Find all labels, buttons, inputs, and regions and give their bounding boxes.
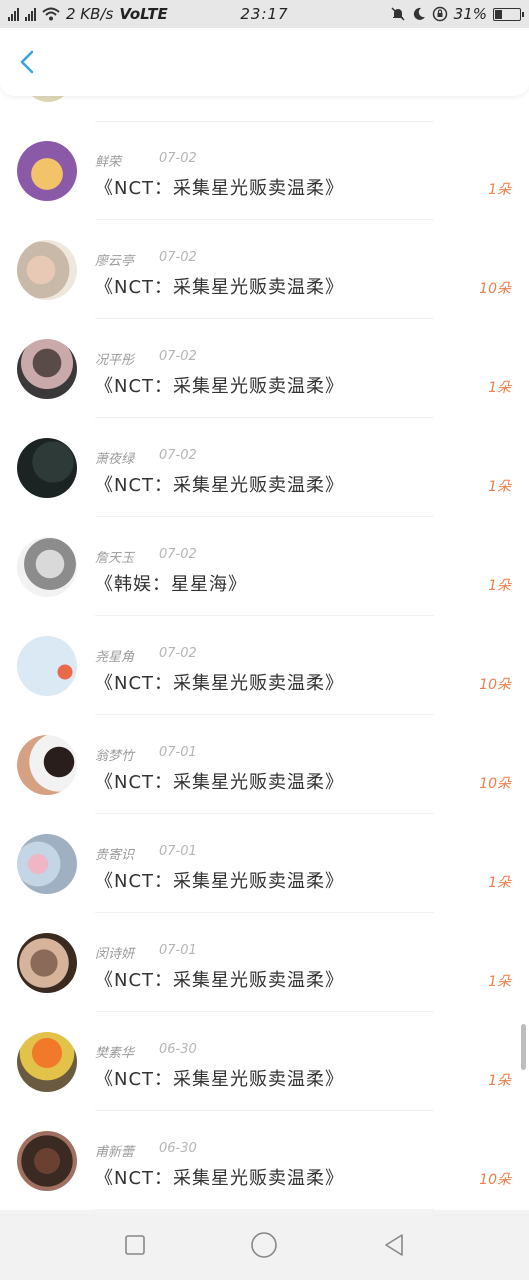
book-title: 《NCT：采集星光贩卖温柔》 [95,376,345,397]
send-date: 07-01 [159,943,197,958]
avatar[interactable] [17,636,77,696]
avatar[interactable] [17,933,77,993]
send-date: 07-02 [159,151,197,166]
clock: 23:17 [240,5,289,23]
list-item[interactable]: 甫新蕾 06-30 《NCT：采集星光贩卖温柔》 10朵 [0,1111,529,1210]
status-bar: 2 KB/s VoLTE 23:17 31% [0,0,529,28]
header-bar [0,28,529,96]
send-date: 06-30 [159,1141,197,1156]
list-item[interactable]: 萧夜绿 07-02 《NCT：采集星光贩卖温柔》 1朵 [0,418,529,517]
book-title: 《NCT：采集星光贩卖温柔》 [95,1168,345,1189]
sender-name: 鲜荣 [95,155,122,170]
sender-name: 尧星角 [95,650,135,665]
sender-name: 詹天玉 [95,551,135,566]
list-item[interactable]: 廖云亭 07-02 《NCT：采集星光贩卖温柔》 10朵 [0,220,529,319]
back-triangle-icon[interactable] [374,1225,414,1265]
list-item[interactable]: 鲜荣 07-02 《NCT：采集星光贩卖温柔》 1朵 [0,121,529,220]
flower-count: 10朵 [479,281,511,297]
book-title: 《韩娱：星星海》 [95,574,247,595]
list-item[interactable]: 樊素华 06-30 《NCT：采集星光贩卖温柔》 1朵 [0,1012,529,1111]
send-date: 07-01 [159,745,197,760]
list-item[interactable]: 詹天玉 07-02 《韩娱：星星海》 1朵 [0,517,529,616]
list-item[interactable]: 况平彤 07-02 《NCT：采集星光贩卖温柔》 1朵 [0,319,529,418]
flower-count: 1朵 [488,875,511,891]
avatar[interactable] [17,834,77,894]
flower-count: 1朵 [488,380,511,396]
gift-record-list: 鲜荣 07-02 《NCT：采集星光贩卖温柔》 1朵 廖云亭 07-02 《NCT：采集星光… [0,96,529,1210]
flower-count: 10朵 [479,776,511,792]
avatar[interactable] [17,141,77,201]
avatar[interactable] [17,438,77,498]
list-item[interactable]: 贵寄识 07-01 《NCT：采集星光贩卖温柔》 1朵 [0,814,529,913]
send-date: 07-02 [159,646,197,661]
book-title: 《NCT：采集星光贩卖温柔》 [95,475,345,496]
system-nav-bar [0,1210,529,1280]
sender-name: 贵寄识 [95,848,135,863]
sender-name: 况平彤 [95,353,135,368]
book-title: 《NCT：采集星光贩卖温柔》 [95,178,345,199]
list-item[interactable]: 闵诗妍 07-01 《NCT：采集星光贩卖温柔》 1朵 [0,913,529,1012]
book-title: 《NCT：采集星光贩卖温柔》 [95,772,345,793]
avatar[interactable] [17,240,77,300]
book-title: 《NCT：采集星光贩卖温柔》 [95,277,345,298]
send-date: 07-02 [159,250,197,265]
list-item[interactable]: 翁梦竹 07-01 《NCT：采集星光贩卖温柔》 10朵 [0,715,529,814]
flower-count: 1朵 [488,1073,511,1089]
book-title: 《NCT：采集星光贩卖温柔》 [95,673,345,694]
book-title: 《NCT：采集星光贩卖温柔》 [95,1069,345,1090]
back-chevron-icon[interactable] [14,48,42,76]
flower-count: 10朵 [479,1172,511,1188]
sender-name: 翁梦竹 [95,749,135,764]
flower-count: 1朵 [488,479,511,495]
avatar[interactable] [17,735,77,795]
recents-square-icon[interactable] [115,1225,155,1265]
list-item[interactable]: 尧星角 07-02 《NCT：采集星光贩卖温柔》 10朵 [0,616,529,715]
avatar [22,96,74,102]
flower-count: 1朵 [488,182,511,198]
sender-name: 萧夜绿 [95,452,135,467]
battery-icon [493,7,524,21]
send-date: 07-02 [159,448,197,463]
flower-count: 1朵 [488,974,511,990]
sender-name: 甫新蕾 [95,1145,135,1160]
send-date: 07-02 [159,349,197,364]
sender-name: 樊素华 [95,1046,135,1061]
avatar[interactable] [17,1032,77,1092]
flower-count: 1朵 [488,578,511,594]
send-date: 07-01 [159,844,197,859]
send-date: 07-02 [159,547,197,562]
avatar[interactable] [17,537,77,597]
flower-count: 10朵 [479,677,511,693]
sender-name: 廖云亭 [95,254,135,269]
book-title: 《NCT：采集星光贩卖温柔》 [95,871,345,892]
avatar[interactable] [17,1131,77,1191]
send-date: 06-30 [159,1042,197,1057]
home-circle-icon[interactable] [244,1225,284,1265]
scrollbar[interactable] [521,1024,526,1070]
sender-name: 闵诗妍 [95,947,135,962]
book-title: 《NCT：采集星光贩卖温柔》 [95,970,345,991]
avatar[interactable] [17,339,77,399]
